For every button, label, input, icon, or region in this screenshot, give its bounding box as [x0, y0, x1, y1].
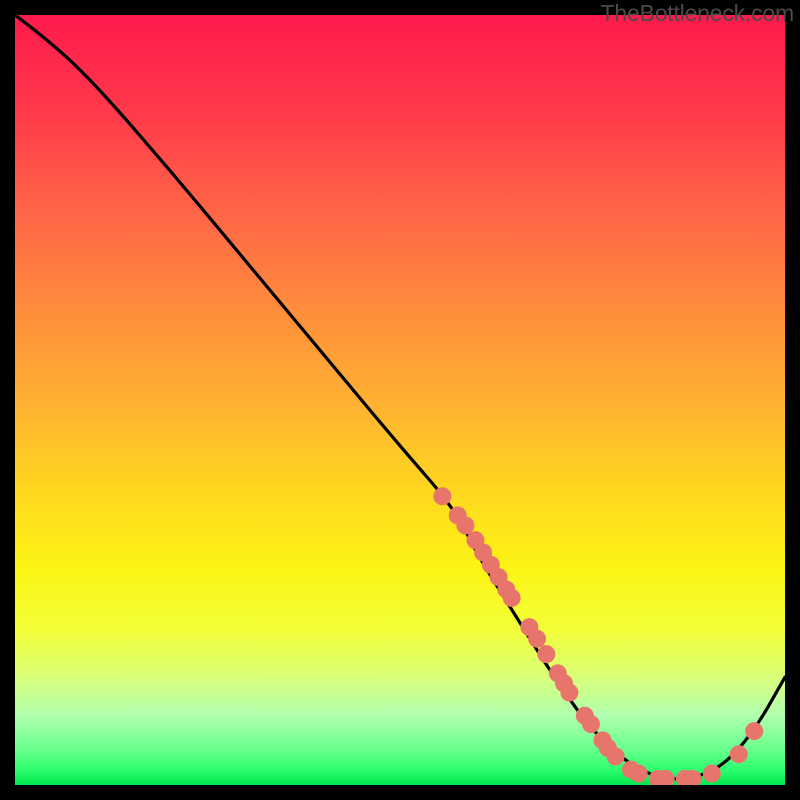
gradient-background	[15, 15, 785, 785]
watermark-text: TheBottleneck.com	[601, 0, 794, 27]
chart-container: TheBottleneck.com	[0, 0, 800, 800]
